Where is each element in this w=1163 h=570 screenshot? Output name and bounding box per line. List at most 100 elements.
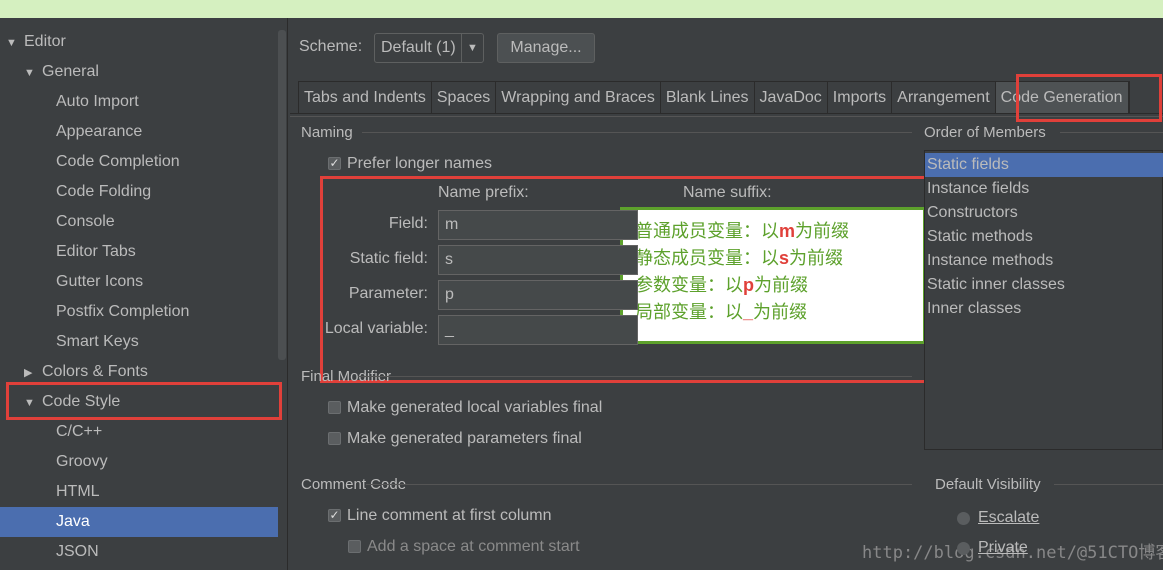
checkbox[interactable] [328, 401, 341, 414]
sidebar-item-code-folding[interactable]: Code Folding [0, 177, 278, 207]
annotation-text: 为前缀 [754, 275, 808, 295]
member-order-item[interactable]: Inner classes [925, 297, 1163, 321]
checkbox-label: Line comment at first column [347, 507, 552, 524]
tab-spaces[interactable]: Spaces [432, 82, 497, 113]
order-of-members-title: Order of Members [924, 124, 1046, 141]
sidebar-item-label: Java [56, 513, 90, 530]
sidebar-item-smart-keys[interactable]: Smart Keys [0, 327, 278, 357]
tab-wrapping-and-braces[interactable]: Wrapping and Braces [496, 82, 661, 113]
sidebar-scrollbar[interactable] [278, 30, 286, 360]
sidebar-item-postfix-completion[interactable]: Postfix Completion [0, 297, 278, 327]
sidebar-item-json[interactable]: JSON [0, 537, 278, 567]
sidebar-item-code-completion[interactable]: Code Completion [0, 147, 278, 177]
sidebar-item-label: HTML [56, 483, 100, 500]
visibility-label: Private [978, 539, 1028, 556]
sidebar-item-auto-import[interactable]: Auto Import [0, 87, 278, 117]
sidebar-item-console[interactable]: Console [0, 207, 278, 237]
sidebar-item-label: Console [56, 213, 115, 230]
manage-button[interactable]: Manage... [497, 33, 595, 63]
prefix-input[interactable]: _ [438, 315, 638, 345]
annotation-key: _ [743, 302, 754, 322]
annotation-line: 静态成员变量：以s为前缀 [635, 245, 911, 272]
tab-javadoc[interactable]: JavaDoc [755, 82, 828, 113]
prefix-input[interactable]: p [438, 280, 638, 310]
sidebar-item-gutter-icons[interactable]: Gutter Icons [0, 267, 278, 297]
annotation-key: s [779, 248, 790, 268]
sidebar-item-label: JSON [56, 543, 99, 560]
naming-row-label: Local variable: [324, 320, 428, 337]
settings-tree: ▼ Editor ▼ General Auto Import Appearance Code… [0, 18, 288, 570]
prefix-input[interactable]: s [438, 245, 638, 275]
annotation-line: 参数变量：以p为前缀 [635, 272, 911, 299]
top-band [0, 0, 1163, 18]
annotation-text: 普通成员变量：以 [635, 221, 779, 241]
checkbox[interactable] [328, 432, 341, 445]
sidebar-item-label: Auto Import [56, 93, 139, 110]
sidebar-item-label: Gutter Icons [56, 273, 144, 290]
sidebar-item-appearance[interactable]: Appearance [0, 117, 278, 147]
member-order-item[interactable]: Static methods [925, 225, 1163, 249]
annotation-text: 参数变量：以 [635, 275, 743, 295]
tab-imports[interactable]: Imports [828, 82, 893, 113]
annotation-text: 为前缀 [753, 302, 808, 322]
member-order-item[interactable]: Instance methods [925, 249, 1163, 273]
visibility-label: Escalate [978, 509, 1040, 526]
checkbox[interactable] [348, 540, 361, 553]
sidebar-item-label: General [42, 63, 99, 80]
tab-blank-lines[interactable]: Blank Lines [661, 82, 755, 113]
naming-title: Naming [301, 124, 353, 141]
sidebar-item-c-c-[interactable]: C/C++ [0, 417, 278, 447]
sidebar-item-label: Groovy [56, 453, 108, 470]
tab-tabs-and-indents[interactable]: Tabs and Indents [299, 82, 432, 113]
sidebar-item-html[interactable]: HTML [0, 477, 278, 507]
sidebar-item-general[interactable]: ▼ General [0, 57, 278, 87]
visibility-radio[interactable] [957, 512, 970, 525]
expanded-arrow-icon[interactable]: ▼ [24, 58, 36, 88]
sidebar-item-label: Code Folding [56, 183, 152, 200]
prefer-longer-label: Prefer longer names [347, 155, 492, 172]
annotation-text: 局部变量：以 [635, 302, 743, 322]
member-order-item[interactable]: Static fields [925, 153, 1163, 177]
checkbox[interactable]: ✓ [328, 509, 341, 522]
sidebar-item-editor-tabs[interactable]: Editor Tabs [0, 237, 278, 267]
order-of-members-list[interactable]: Static fields Instance fields Constructors… [924, 150, 1163, 450]
annotation-text: 为前缀 [789, 248, 844, 268]
sidebar-item-editor[interactable]: ▼ Editor [0, 27, 278, 57]
code-style-highlight [6, 382, 282, 420]
sidebar-item-java[interactable]: Java [0, 507, 278, 537]
naming-row-label: Field: [388, 215, 428, 232]
chevron-down-icon: ▼ [461, 34, 483, 62]
checkbox-label: Add a space at comment start [367, 538, 580, 555]
visibility-radio[interactable] [957, 542, 970, 555]
sidebar-item-label: Colors & Fonts [42, 363, 148, 380]
naming-row-label: Parameter: [348, 285, 428, 302]
scheme-value: Default (1) [381, 39, 456, 56]
sidebar-item-groovy[interactable]: Groovy [0, 447, 278, 477]
member-order-item[interactable]: Constructors [925, 201, 1163, 225]
sidebar-item-label: Code Completion [56, 153, 180, 170]
annotation-note: 普通成员变量：以m为前缀 静态成员变量：以s为前缀 参数变量：以p为前缀 局部变量：以… [620, 207, 926, 344]
scheme-dropdown[interactable]: Default (1) ▼ [374, 33, 484, 63]
annotation-key: p [743, 275, 754, 295]
annotation-line: 局部变量：以_为前缀 [635, 299, 911, 326]
annotation-text: 静态成员变量：以 [635, 248, 779, 268]
expanded-arrow-icon[interactable]: ▼ [6, 28, 18, 58]
sidebar-item-label: Postfix Completion [56, 303, 190, 320]
tab-arrangement[interactable]: Arrangement [892, 82, 996, 113]
scheme-label: Scheme: [299, 38, 363, 55]
prefix-input[interactable]: m [438, 210, 638, 240]
prefer-longer-checkbox[interactable]: ✓ [328, 157, 341, 170]
annotation-key: m [779, 221, 796, 241]
code-generation-highlight [1016, 74, 1162, 122]
member-order-item[interactable]: Instance fields [925, 177, 1163, 201]
checkbox-label: Make generated parameters final [347, 430, 582, 447]
member-order-item[interactable]: Static inner classes [925, 273, 1163, 297]
tab-bar: Tabs and Indents Spaces Wrapping and Brace… [298, 81, 1130, 113]
default-visibility-title: Default Visibility [935, 476, 1041, 493]
annotation-text: 为前缀 [795, 221, 850, 241]
sidebar-item-label: Editor Tabs [56, 243, 136, 260]
naming-row-label: Static field: [349, 250, 428, 267]
sidebar-item-label: C/C++ [56, 423, 103, 440]
sidebar-item-label: Editor [24, 33, 66, 50]
sidebar-item-label: Smart Keys [56, 333, 139, 350]
